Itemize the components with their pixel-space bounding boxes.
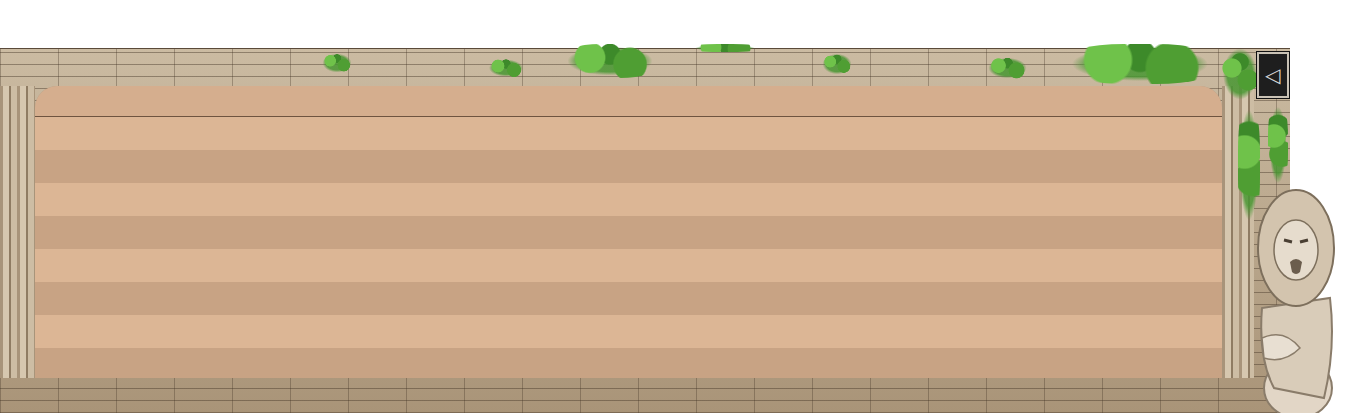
collapse-button[interactable]: ◁ <box>1257 52 1289 98</box>
list-row <box>35 216 1222 249</box>
game-screen: ◁ <box>0 0 1368 413</box>
stone-frame <box>0 48 1290 413</box>
list-row <box>35 282 1222 315</box>
vine-decoration <box>1238 100 1260 230</box>
vine-decoration <box>1268 100 1288 190</box>
list-row <box>35 183 1222 216</box>
vine-decoration <box>820 52 854 76</box>
vine-decoration <box>690 44 760 52</box>
list-row <box>35 348 1222 378</box>
vine-decoration <box>1060 44 1220 84</box>
list-row <box>35 249 1222 282</box>
list-row <box>35 150 1222 183</box>
vine-decoration <box>985 56 1030 80</box>
lion-statue-icon <box>1254 188 1338 413</box>
panel-header <box>35 86 1222 117</box>
left-pillar <box>0 86 35 378</box>
vine-decoration <box>1220 44 1260 104</box>
list-row <box>35 315 1222 348</box>
vine-decoration <box>486 58 526 78</box>
list-row <box>35 117 1222 150</box>
list-panel <box>35 86 1222 378</box>
vine-decoration <box>320 52 354 74</box>
vine-decoration <box>560 44 660 78</box>
